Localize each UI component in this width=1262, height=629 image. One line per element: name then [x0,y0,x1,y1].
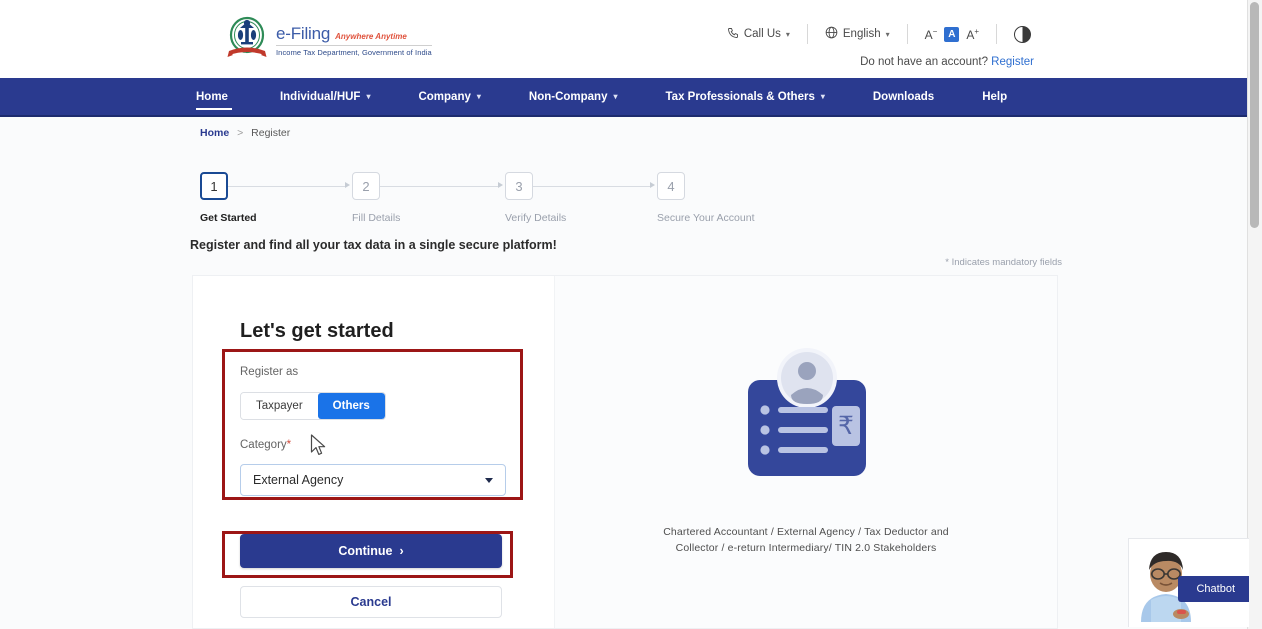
cancel-button-label: Cancel [350,595,392,609]
nav-item-label: Downloads [872,90,935,103]
nav-item-label: Home [196,90,228,103]
call-us-label: Call Us [743,28,781,40]
nav-item-label: Individual/HUF [279,90,361,103]
continue-button-label: Continue [338,544,393,558]
site-header: सत्यमेव जयते e-Filing Anywhere Anytime I… [0,0,1248,78]
step-arrow-icon [345,182,350,188]
globe-icon [825,26,838,42]
nav-item-non-company[interactable]: Non-Company ▾ [505,78,642,115]
svg-text:₹: ₹ [838,412,854,440]
logo-tagline: Anywhere Anytime [335,31,407,41]
chevron-down-icon [485,478,493,483]
call-us-menu[interactable]: Call Us ▾ [710,27,807,42]
site-logo[interactable]: सत्यमेव जयते e-Filing Anywhere Anytime I… [226,16,432,62]
chevron-down-icon: ▾ [613,92,618,101]
breadcrumb-home[interactable]: Home [200,127,229,139]
chevron-down-icon: ▾ [885,29,890,39]
chatbot-label[interactable]: Chatbot [1178,576,1249,602]
svg-text:सत्यमेव जयते: सत्यमेव जयते [239,52,256,57]
step-arrow-icon [498,182,503,188]
breadcrumb-separator: > [237,127,244,139]
font-normal-icon[interactable]: A [944,26,960,42]
register-link[interactable]: Register [991,56,1034,68]
category-label: Category* [240,439,292,451]
register-as-label: Register as [240,366,299,378]
breadcrumb: Home > Register [200,127,290,139]
india-national-emblem-icon: सत्यमेव जयते [226,16,268,62]
nav-item-company[interactable]: Company ▾ [394,78,504,115]
account-prompt: Do not have an account? Register [860,56,1034,68]
language-label: English [842,28,881,40]
page-tagline: Register and find all your tax data in a… [190,238,557,252]
mandatory-fields-note: * Indicates mandatory fields [945,257,1062,268]
vertical-scrollbar[interactable] [1247,0,1262,629]
breadcrumb-current: Register [251,127,291,139]
toggle-option-others[interactable]: Others [317,393,385,419]
chevron-right-icon: › [399,544,404,558]
step-arrow-icon [650,182,655,188]
nav-item-label: Company [418,90,471,103]
font-size-controls: A− A A+ [908,26,996,42]
nav-item-label: Non-Company [528,90,608,103]
registration-stepper: 1 2 3 4 Get Started Fill Details Verify Detai… [200,172,820,232]
step-number-1[interactable]: 1 [200,172,228,200]
illustration-panel: ₹ Chartered Accountant / External Agency… [554,276,1057,628]
form-title: Let's get started [240,320,394,342]
nav-item-help[interactable]: Help [958,78,1031,115]
step-number-3[interactable]: 3 [505,172,533,200]
chevron-down-icon: ▾ [366,92,371,101]
font-increase-icon[interactable]: A+ [966,27,979,42]
utility-bar: Call Us ▾ English ▾ A− A A+ [710,24,1048,44]
cancel-button[interactable]: Cancel [240,586,502,618]
chevron-down-icon: ▾ [785,29,790,39]
nav-item-label: Tax Professionals & Others [665,90,815,103]
category-select-value: External Agency [253,473,344,487]
step-label-3: Verify Details [505,212,567,224]
required-marker: * [286,439,292,451]
step-number-2[interactable]: 2 [352,172,380,200]
nav-item-individual-huf[interactable]: Individual/HUF ▾ [256,78,395,115]
step-label-1: Get Started [200,212,257,224]
phone-icon [727,27,739,42]
account-prompt-text: Do not have an account? [860,56,988,68]
nav-item-downloads[interactable]: Downloads [849,78,958,115]
language-menu[interactable]: English ▾ [808,26,907,42]
efiling-register-page: सत्यमेव जयते e-Filing Anywhere Anytime I… [0,0,1262,629]
font-decrease-icon[interactable]: A− [925,27,938,42]
nav-item-tax-professionals-others[interactable]: Tax Professionals & Others ▾ [642,78,849,115]
scrollbar-thumb[interactable] [1250,2,1259,228]
contrast-icon [1014,25,1031,43]
step-label-4: Secure Your Account [657,212,755,224]
step-number-4[interactable]: 4 [657,172,685,200]
register-as-toggle: Taxpayer Others [240,392,386,420]
step-connector [228,186,346,187]
step-connector [380,186,499,187]
mouse-cursor [310,434,327,463]
illustration-caption: Chartered Accountant / External Agency /… [663,526,949,555]
id-card-with-user-and-rupee-icon: ₹ [726,348,886,503]
contrast-toggle[interactable] [997,25,1048,43]
nav-item-home[interactable]: Home [196,78,256,115]
register-as-field: Register as Taxpayer Others [240,366,510,420]
step-connector [533,186,651,187]
step-label-2: Fill Details [352,212,401,224]
category-field: Category* External Agency [240,439,506,496]
logo-brand-name: e-Filing [276,23,331,43]
registration-form-panel: Let's get started Register as Taxpayer O… [193,276,554,628]
toggle-option-taxpayer[interactable]: Taxpayer [241,393,318,419]
main-navigation: Home Individual/HUF ▾ Company ▾ Non-Company ▾ T… [0,78,1248,117]
chevron-down-icon: ▾ [476,92,481,101]
logo-department: Income Tax Department, Government of Ind… [276,47,432,57]
chatbot-widget[interactable]: Chatbot [1128,538,1249,627]
continue-button[interactable]: Continue › [240,534,502,568]
category-select[interactable]: External Agency [240,464,506,496]
nav-item-label: Help [982,90,1008,103]
chevron-down-icon: ▾ [820,92,825,101]
logo-text-block: e-Filing Anywhere Anytime Income Tax Dep… [276,22,432,57]
